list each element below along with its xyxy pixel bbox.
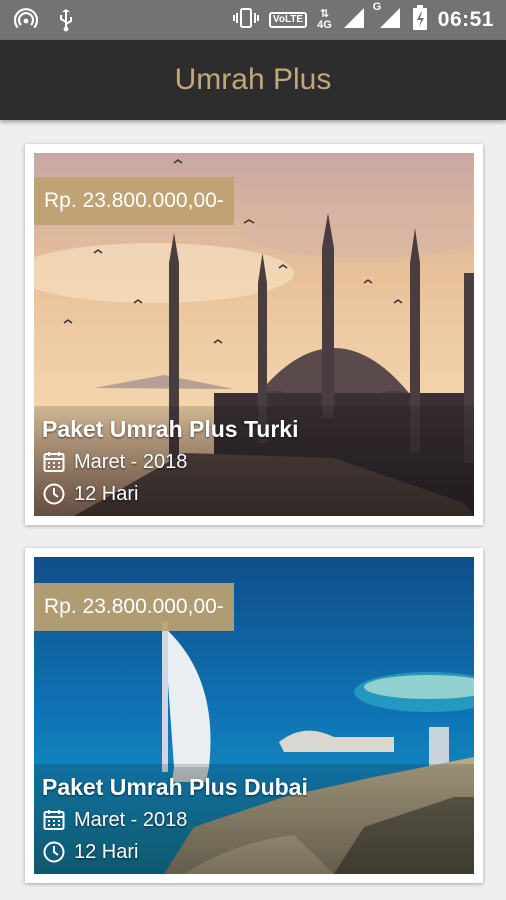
signal-icon <box>342 7 366 34</box>
package-duration: 12 Hari <box>74 483 139 505</box>
package-date-row: Maret - 2018 <box>42 804 474 836</box>
package-photo-dubai: Rp. 23.800.000,00- Paket Umrah Plus Duba… <box>34 557 474 874</box>
network-4g-label: 4G <box>317 19 332 31</box>
price-badge: Rp. 23.800.000,00- <box>34 583 234 631</box>
calendar-icon <box>42 450 66 474</box>
signal-g-icon: G <box>373 1 402 34</box>
vibrate-icon <box>232 7 259 34</box>
battery-charging-icon <box>412 4 428 36</box>
clock-icon <box>42 482 66 506</box>
package-duration: 12 Hari <box>74 841 139 863</box>
package-info: Paket Umrah Plus Dubai Maret - 2018 12 H… <box>34 764 474 874</box>
page-title: Umrah Plus <box>174 63 332 96</box>
volte-badge: VoLTE <box>268 12 308 28</box>
package-info: Paket Umrah Plus Turki Maret - 2018 12 H… <box>34 406 474 516</box>
package-date: Maret - 2018 <box>74 809 188 831</box>
usb-icon <box>56 8 76 37</box>
clock: 06:51 <box>437 8 494 31</box>
hotspot-icon <box>13 8 39 37</box>
app-bar: Umrah Plus <box>0 40 506 120</box>
data-arrows-icon: ⇅ 4G <box>317 8 332 31</box>
calendar-icon <box>42 808 66 832</box>
clock-icon <box>42 840 66 864</box>
package-card[interactable]: Rp. 23.800.000,00- Paket Umrah Plus Duba… <box>25 548 483 883</box>
package-name: Paket Umrah Plus Turki <box>42 416 299 442</box>
status-bar: VoLTE ⇅ 4G G 06:51 <box>0 0 506 40</box>
package-photo-turki: Rp. 23.800.000,00- Paket Umrah Plus Turk… <box>34 153 474 516</box>
package-duration-row: 12 Hari <box>42 478 474 510</box>
package-name: Paket Umrah Plus Dubai <box>42 774 308 800</box>
package-duration-row: 12 Hari <box>42 836 474 868</box>
package-card[interactable]: Rp. 23.800.000,00- Paket Umrah Plus Turk… <box>25 144 483 525</box>
price-badge: Rp. 23.800.000,00- <box>34 177 234 225</box>
package-date-row: Maret - 2018 <box>42 446 474 478</box>
network-g-label: G <box>372 0 382 13</box>
package-date: Maret - 2018 <box>74 451 188 473</box>
